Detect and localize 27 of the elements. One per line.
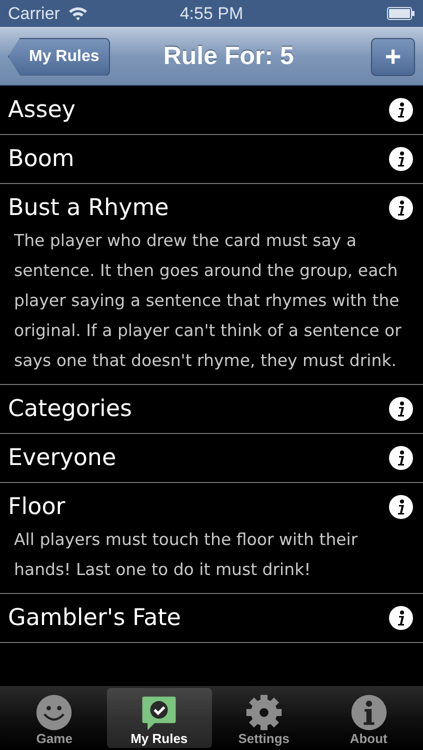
info-icon[interactable] (389, 147, 413, 171)
carrier-name: Carrier (8, 4, 60, 24)
tab-item[interactable]: Game (2, 688, 107, 748)
info-icon[interactable] (389, 98, 413, 122)
back-button[interactable]: My Rules (8, 38, 110, 76)
rule-title[interactable]: Floor (8, 494, 389, 520)
wifi-icon (68, 6, 88, 21)
rule-title[interactable]: Boom (8, 146, 389, 172)
screen-title: Rule For: 5 (162, 42, 295, 71)
add-button[interactable]: + (371, 38, 415, 76)
rule-title[interactable]: Assey (8, 97, 389, 123)
info-icon[interactable] (389, 495, 413, 519)
rule-description: All players must touch the floor with their hands! Last one to do it must drink! (13, 529, 359, 581)
rule-title[interactable]: Bust a Rhyme (8, 195, 389, 221)
info-icon[interactable] (389, 446, 413, 470)
battery-icon (387, 7, 416, 20)
rule-title[interactable]: Gambler's Fate (8, 605, 389, 631)
rule-description: The player who drew the card must say a sentence. It then goes around the group, each player saying a sentence that rhymes with the original. If a player can't think of a sentence or says one that doesn't rhyme, they must drink. (13, 230, 402, 372)
rule-title[interactable]: Categories (8, 396, 389, 422)
rule-title[interactable]: Everyone (8, 445, 389, 471)
info-icon[interactable] (389, 397, 413, 421)
clock-time: 4:55 PM (178, 4, 244, 24)
info-icon[interactable] (389, 196, 413, 220)
tab-item[interactable]: Settings (212, 688, 316, 748)
info-icon[interactable] (389, 606, 413, 630)
tab-item[interactable]: My Rules (106, 688, 212, 748)
tab-item[interactable]: About (316, 688, 421, 748)
